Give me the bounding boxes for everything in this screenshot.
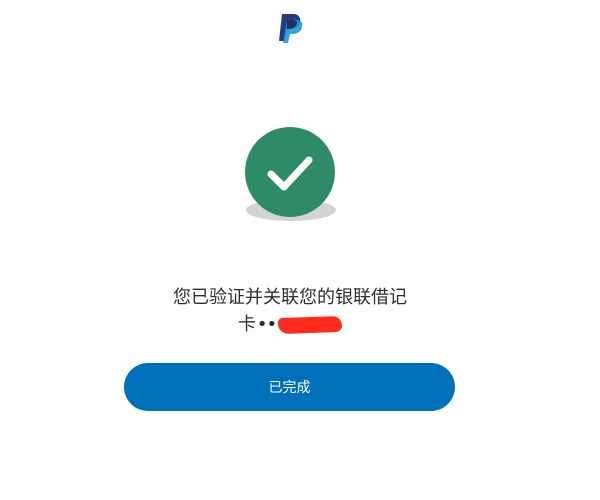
masked-card-number: ••: [256, 314, 277, 335]
success-message: 您已验证并关联您的银联借记 卡 ••: [110, 284, 470, 338]
redaction-mark: [277, 315, 343, 334]
message-line-1: 您已验证并关联您的银联借记: [173, 287, 407, 308]
message-line-2: 卡 ••: [237, 311, 343, 338]
card-label: 卡: [237, 314, 256, 335]
paypal-logo-svg: [279, 14, 303, 43]
paypal-logo-icon: [276, 12, 306, 44]
verification-success-page: 您已验证并关联您的银联借记 卡 •• 已完成: [0, 0, 600, 500]
success-check-icon: [245, 127, 335, 217]
success-graphic: [240, 124, 340, 224]
done-button[interactable]: 已完成: [124, 363, 455, 411]
